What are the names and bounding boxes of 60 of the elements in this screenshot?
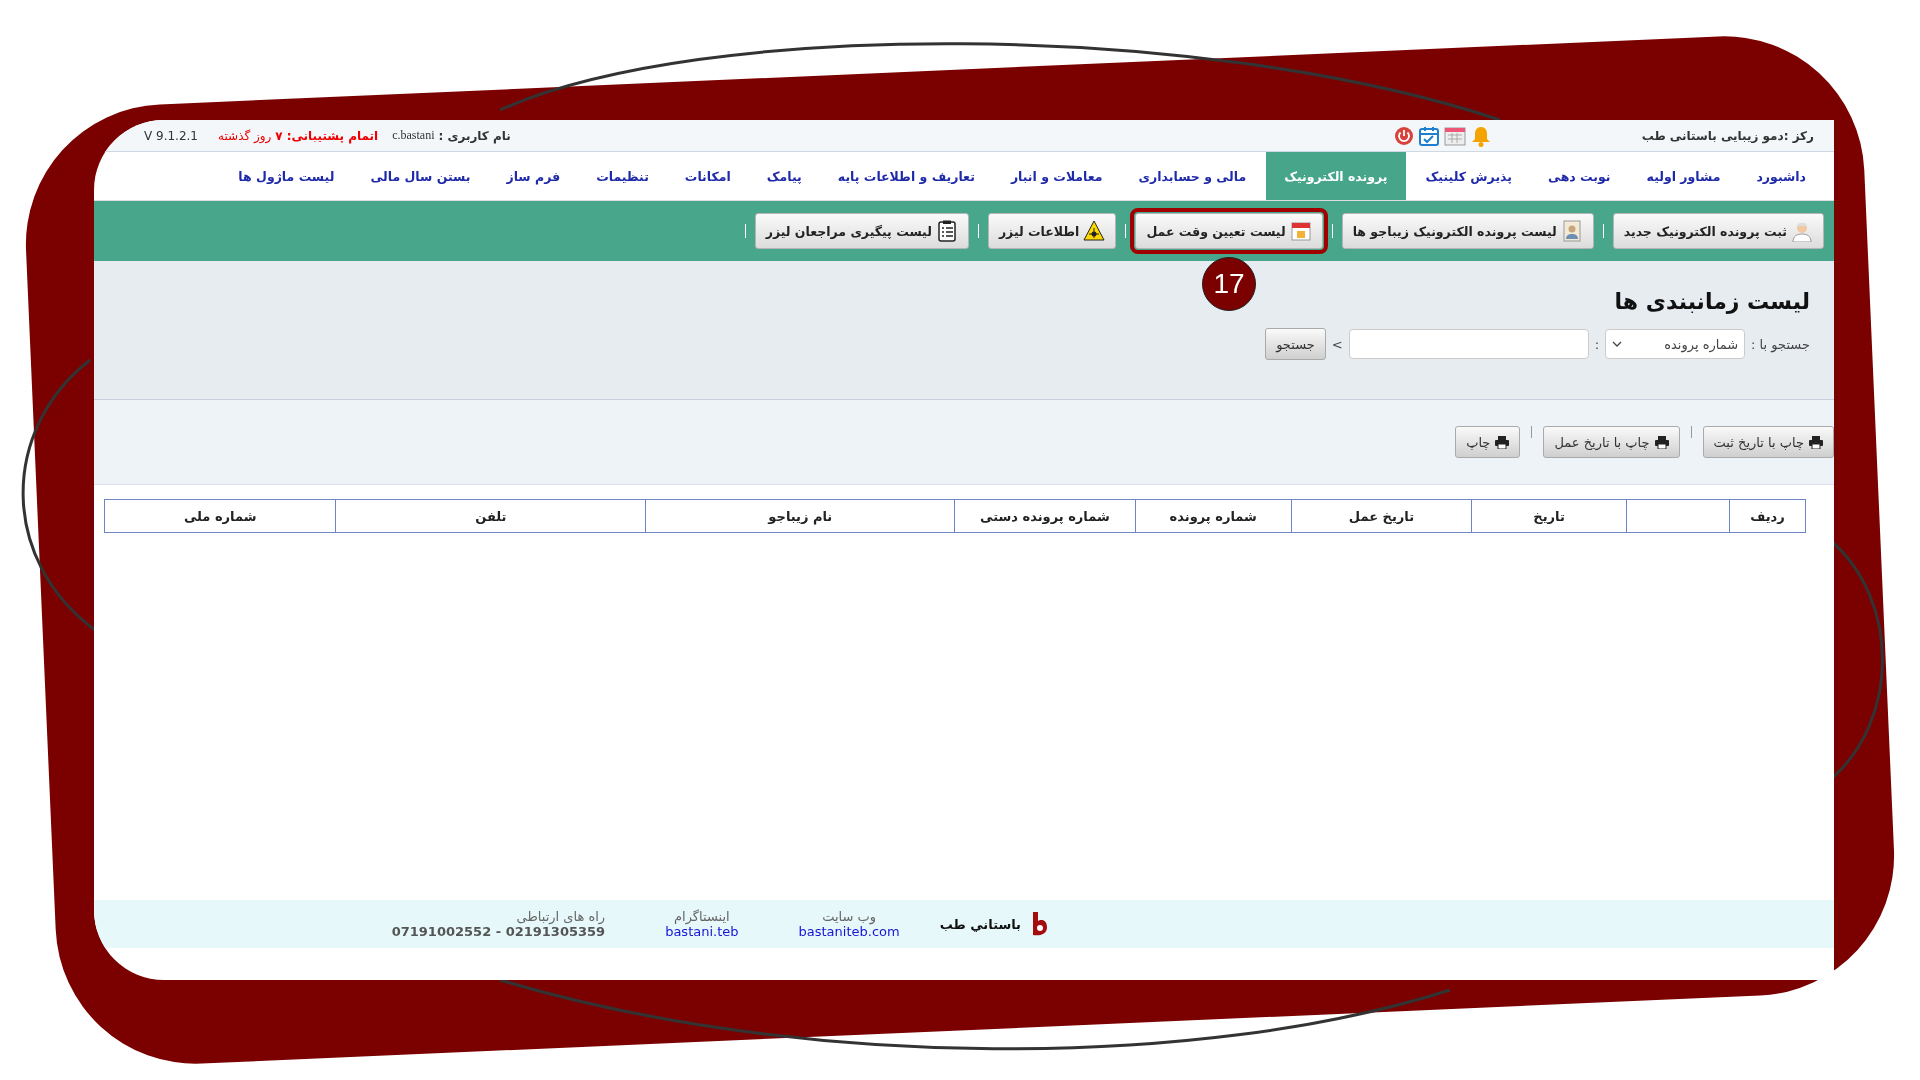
calendar-icon[interactable] [1443, 124, 1466, 147]
printer-icon [1654, 435, 1669, 449]
contact-link[interactable]: bastani.teb [665, 924, 739, 939]
warning-icon [1083, 220, 1106, 242]
column-header: شماره ملی [182, 507, 258, 526]
search-label: جستجو با : [1751, 336, 1810, 352]
print-button[interactable]: چاپ با تاریخ ثبت [1702, 426, 1834, 458]
menu-tab[interactable]: لیست ماژول ها [222, 152, 351, 200]
phone-numbers: 07191002552 - 02191305359 [391, 924, 606, 939]
colon-label: : [1594, 336, 1600, 352]
printer-icon [1495, 435, 1510, 449]
toolbar-button[interactable]: اطلاعات لیزر [987, 213, 1117, 249]
column-header: تاریخ عمل [1290, 500, 1472, 532]
menu-tab[interactable]: پذیرش کلینیک [1409, 152, 1528, 200]
column-header: شماره پرونده [1134, 500, 1291, 532]
toolbar-button[interactable]: لیست پیگیری مراجعان لیزر [754, 213, 969, 249]
search-button[interactable]: جستجو [1265, 328, 1326, 360]
search-by-dropdown[interactable]: شماره پرونده [1605, 329, 1746, 359]
user-label: نام کاربری : [438, 128, 511, 143]
menu-tab[interactable]: معاملات و انبار [994, 152, 1119, 200]
clipboard-icon [935, 220, 958, 242]
column-header: تاریخ [1471, 500, 1627, 532]
menu-tab[interactable]: داشبورد [1740, 152, 1822, 200]
menu-tab[interactable]: امکانات [668, 152, 747, 200]
printer-icon [1809, 435, 1823, 449]
toolbar-button[interactable]: ثبت پرونده الکترونیک جدید [1612, 213, 1824, 249]
menu-tab[interactable]: فرم ساز [490, 152, 577, 200]
brand-name: باستاني طب [939, 916, 1021, 932]
column-header: شماره پرونده دستی [954, 500, 1135, 532]
calendar-check-icon[interactable] [1417, 124, 1440, 147]
username: c.bastani [392, 128, 435, 143]
menu-tab[interactable]: تعاریف و اطلاعات پایه [821, 152, 991, 200]
calendar-icon [1289, 220, 1312, 242]
contact-heading: اینستاگرام [674, 909, 730, 924]
center-name: رکز :دمو زیبایی باستانی طب [1641, 128, 1814, 143]
menu-tab[interactable]: مشاور اولیه [1630, 152, 1737, 200]
arrow-label: > [1331, 336, 1343, 352]
contact-link[interactable]: bastaniteb.com [798, 924, 900, 939]
menu-tab[interactable]: تنظیمات [580, 152, 665, 200]
version-label: V 9.1.2.1 [144, 128, 198, 143]
menu-tab[interactable]: نوبت دهی [1532, 152, 1627, 200]
menu-tab[interactable]: مالی و حسابداری [1122, 152, 1263, 200]
chevron-down-icon [1612, 341, 1623, 347]
profile-card-icon [1560, 220, 1583, 242]
search-field[interactable] [1348, 329, 1589, 359]
contact-heading: وب سایت [822, 909, 877, 924]
power-icon[interactable] [1393, 125, 1414, 146]
column-header: تلفن [335, 500, 646, 532]
contact-heading: راه های ارتباطی [516, 909, 606, 924]
page-title: لیست زمانبندی ها [1613, 289, 1810, 314]
support-status: اتمام پشتیبانی: ۷ روز گذشته [218, 128, 379, 143]
column-header: نام زیباجو [645, 500, 955, 532]
menu-tab[interactable]: پیامک [750, 152, 818, 200]
column-header: ردیف [1728, 500, 1805, 532]
doctor-icon [1791, 220, 1813, 242]
menu-tab[interactable]: بستن سال مالی [354, 152, 487, 200]
print-button[interactable]: چاپ با تاریخ عمل [1543, 426, 1680, 458]
print-button[interactable]: چاپ [1455, 426, 1521, 458]
toolbar-button[interactable]: لیست پرونده الکترونیک زیباجو ها [1341, 213, 1594, 249]
logo-icon [1031, 911, 1049, 937]
